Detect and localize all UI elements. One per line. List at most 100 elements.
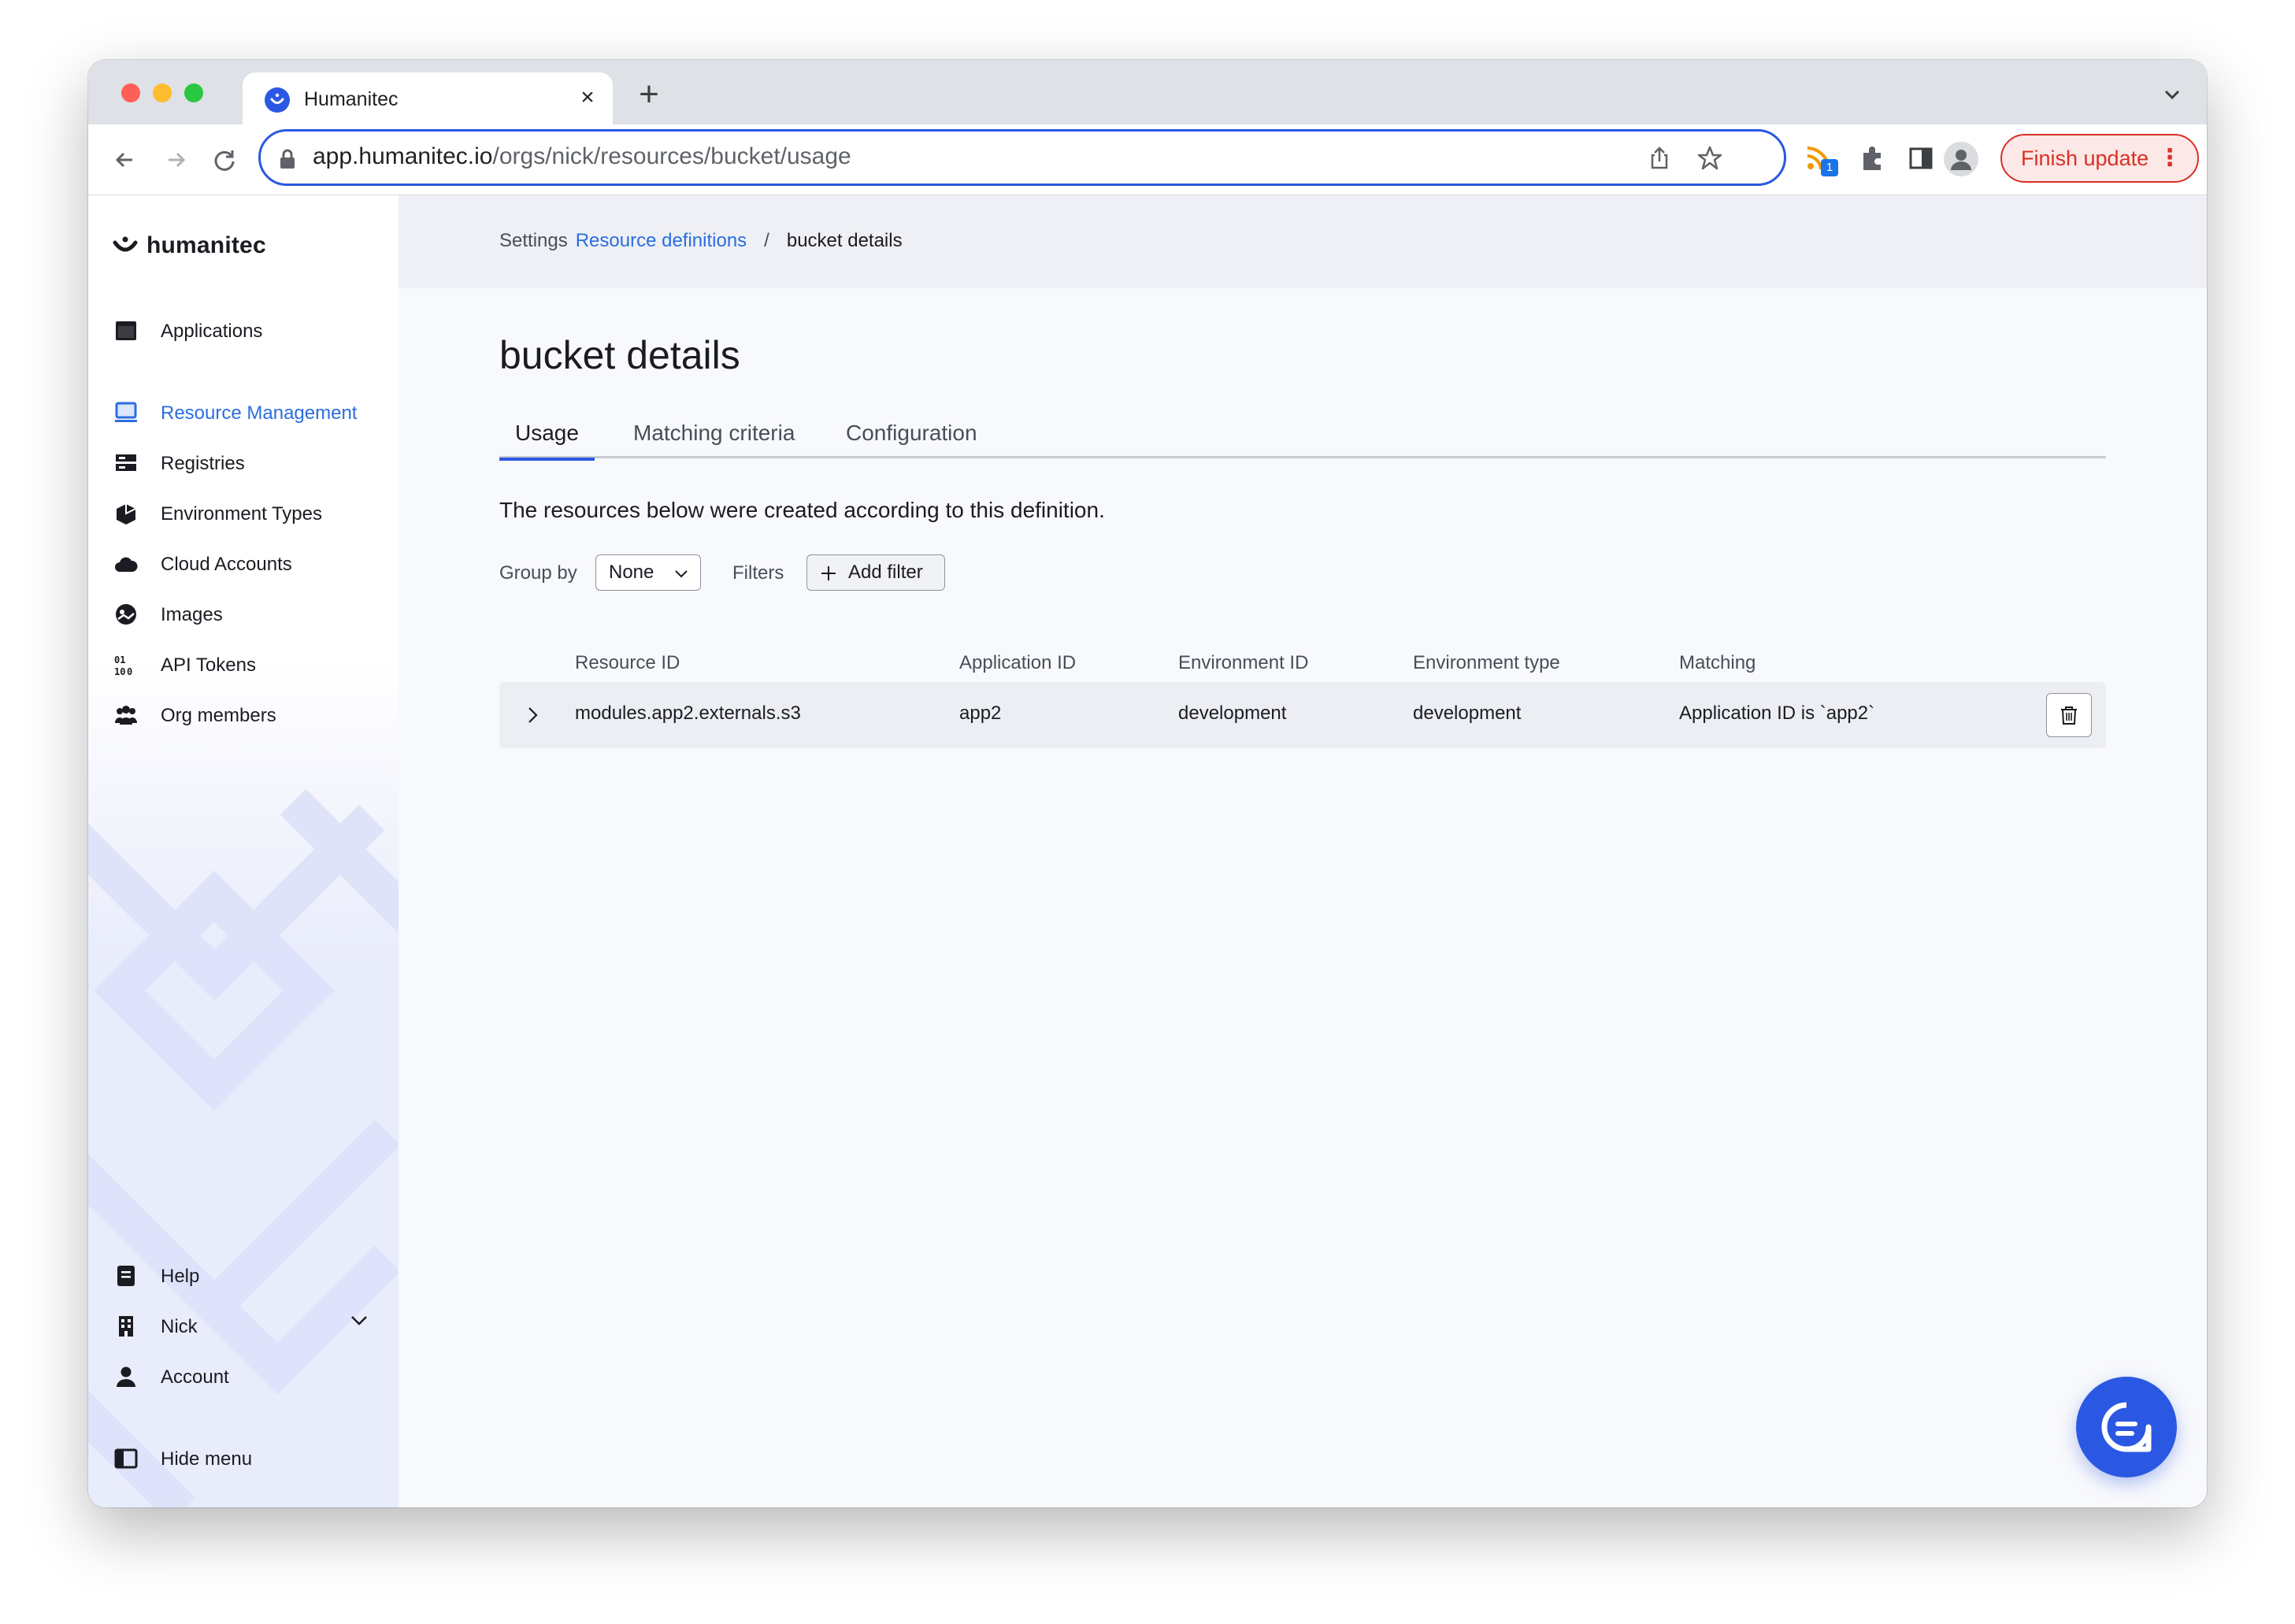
forward-arrow-icon[interactable] bbox=[159, 143, 192, 176]
images-icon bbox=[112, 600, 140, 628]
back-arrow-icon[interactable] bbox=[109, 143, 142, 176]
help-icon bbox=[112, 1262, 140, 1290]
filters-label: Filters bbox=[732, 562, 784, 584]
group-by-select[interactable]: None bbox=[595, 554, 701, 591]
sidebar-item-label: Resource Management bbox=[161, 402, 358, 424]
plus-icon bbox=[821, 566, 836, 580]
browser-window: Humanitec × + app.humanitec.io/orgs/nick… bbox=[88, 60, 2207, 1507]
sidebar-item-label: API Tokens bbox=[161, 654, 256, 676]
organization-icon bbox=[112, 1312, 140, 1340]
reload-icon[interactable] bbox=[208, 143, 241, 176]
sidebar-item-images[interactable]: Images bbox=[112, 597, 223, 632]
tab-usage[interactable]: Usage bbox=[499, 421, 595, 461]
address-bar[interactable]: app.humanitec.io/orgs/nick/resources/buc… bbox=[258, 129, 1786, 186]
breadcrumb-settings: Settings bbox=[499, 230, 568, 251]
sidebar-item-label: Cloud Accounts bbox=[161, 554, 292, 575]
account-icon bbox=[112, 1363, 140, 1391]
sidebar-item-registries[interactable]: Registries bbox=[112, 446, 245, 480]
tab-strip: Humanitec × + bbox=[88, 60, 2207, 124]
browser-tab[interactable]: Humanitec × bbox=[243, 72, 613, 124]
svg-text:0: 0 bbox=[127, 666, 132, 677]
page-title: bucket details bbox=[499, 333, 740, 377]
sidebar-item-cloud-accounts[interactable]: Cloud Accounts bbox=[112, 547, 292, 581]
add-filter-label: Add filter bbox=[848, 562, 923, 583]
cell-environment-type: development bbox=[1413, 703, 1522, 724]
breadcrumb-bar: Settings Resource definitions / bucket deta… bbox=[399, 195, 2207, 288]
extension-badge: 1 bbox=[1821, 159, 1838, 176]
tab-title: Humanitec bbox=[304, 88, 399, 110]
sidebar-item-applications[interactable]: Applications bbox=[112, 313, 262, 348]
hide-menu-icon bbox=[112, 1444, 140, 1473]
more-vertical-icon[interactable]: ⋮ bbox=[2158, 135, 2182, 181]
sidebar-item-environment-types[interactable]: Environment Types bbox=[112, 496, 322, 531]
url-text: app.humanitec.io/orgs/nick/resources/buc… bbox=[313, 143, 851, 169]
brand-name: humanitec bbox=[146, 232, 266, 258]
sidebar-item-label: Org members bbox=[161, 705, 276, 726]
column-header-matching: Matching bbox=[1679, 652, 1756, 673]
chevron-down-icon bbox=[675, 570, 688, 578]
cloud-accounts-icon bbox=[112, 550, 140, 578]
humanitec-favicon-icon bbox=[265, 87, 290, 113]
environment-types-icon bbox=[112, 499, 140, 528]
side-panel-icon[interactable] bbox=[1904, 142, 1937, 175]
tab-configuration[interactable]: Configuration bbox=[830, 421, 993, 458]
maximize-window-button[interactable] bbox=[184, 83, 203, 102]
sidebar-item-label: Images bbox=[161, 604, 223, 625]
new-tab-icon[interactable]: + bbox=[632, 77, 666, 112]
sidebar-item-organization[interactable]: Nick bbox=[112, 1309, 198, 1344]
rss-extension-icon[interactable]: 1 bbox=[1804, 142, 1838, 176]
tab-matching-criteria[interactable]: Matching criteria bbox=[617, 421, 810, 458]
breadcrumb-resource-definitions-link[interactable]: Resource definitions bbox=[576, 230, 747, 251]
sidebar-item-resource-management[interactable]: Resource Management bbox=[112, 395, 357, 430]
breadcrumb-current: bucket details bbox=[786, 230, 903, 251]
sidebar-item-label: Help bbox=[161, 1266, 200, 1287]
bookmark-star-icon[interactable] bbox=[1696, 144, 1724, 172]
profile-avatar-icon[interactable] bbox=[1944, 142, 1978, 176]
table-row[interactable]: modules.app2.externals.s3 app2 developme… bbox=[499, 682, 2106, 748]
sidebar-item-help[interactable]: Help bbox=[112, 1259, 199, 1293]
chevron-right-icon[interactable] bbox=[520, 703, 545, 728]
sidebar-item-api-tokens[interactable]: 01 10 0 API Tokens bbox=[112, 647, 256, 682]
tab-search-chevron-icon[interactable] bbox=[2160, 82, 2185, 107]
breadcrumb: Settings Resource definitions / bucket deta… bbox=[499, 230, 903, 252]
sidebar-item-hide-menu[interactable]: Hide menu bbox=[112, 1441, 252, 1476]
share-icon[interactable] bbox=[1645, 144, 1674, 172]
filters-row: Group by None Filters Add filter bbox=[499, 553, 1051, 592]
close-tab-icon[interactable]: × bbox=[573, 83, 602, 112]
finish-update-label: Finish update bbox=[2021, 146, 2149, 170]
sidebar: humanitec Applications Resource Manageme… bbox=[88, 195, 399, 1507]
sidebar-item-org-members[interactable]: Org members bbox=[112, 698, 276, 732]
cell-application-id: app2 bbox=[959, 703, 1002, 724]
sidebar-item-label: Nick bbox=[161, 1316, 198, 1337]
delete-button[interactable] bbox=[2046, 693, 2092, 737]
registries-icon bbox=[112, 449, 140, 477]
column-header-environment-type: Environment type bbox=[1413, 652, 1560, 673]
cell-resource-id: modules.app2.externals.s3 bbox=[575, 703, 801, 724]
chevron-down-icon[interactable] bbox=[347, 1307, 372, 1333]
trash-icon bbox=[2061, 706, 2077, 725]
usage-description: The resources below were created accordi… bbox=[499, 498, 1105, 522]
humanitec-logo-icon bbox=[113, 236, 138, 252]
extensions-puzzle-icon[interactable] bbox=[1856, 142, 1889, 175]
minimize-window-button[interactable] bbox=[153, 83, 172, 102]
sidebar-item-label: Environment Types bbox=[161, 503, 322, 525]
sidebar-item-label: Registries bbox=[161, 453, 245, 474]
breadcrumb-separator: / bbox=[764, 230, 769, 251]
svg-text:01: 01 bbox=[114, 654, 125, 666]
lock-icon[interactable] bbox=[278, 148, 297, 170]
add-filter-button[interactable]: Add filter bbox=[806, 554, 945, 591]
api-tokens-icon: 01 10 0 bbox=[112, 651, 140, 679]
chat-bubble-icon bbox=[2101, 1402, 2152, 1452]
sidebar-item-label: Applications bbox=[161, 321, 263, 342]
column-header-application-id: Application ID bbox=[959, 652, 1077, 673]
sidebar-item-account[interactable]: Account bbox=[112, 1359, 229, 1394]
close-window-button[interactable] bbox=[121, 83, 140, 102]
chat-support-button[interactable] bbox=[2076, 1377, 2177, 1478]
humanitec-logo[interactable]: humanitec bbox=[112, 230, 266, 261]
main-content: Settings Resource definitions / bucket deta… bbox=[399, 195, 2207, 1507]
applications-icon bbox=[112, 317, 140, 345]
column-header-resource-id: Resource ID bbox=[575, 652, 680, 673]
sidebar-item-label: Hide menu bbox=[161, 1448, 253, 1470]
finish-update-button[interactable]: Finish update ⋮ bbox=[2000, 134, 2199, 183]
detail-tabs: Usage Matching criteria Configuration bbox=[499, 421, 2106, 461]
